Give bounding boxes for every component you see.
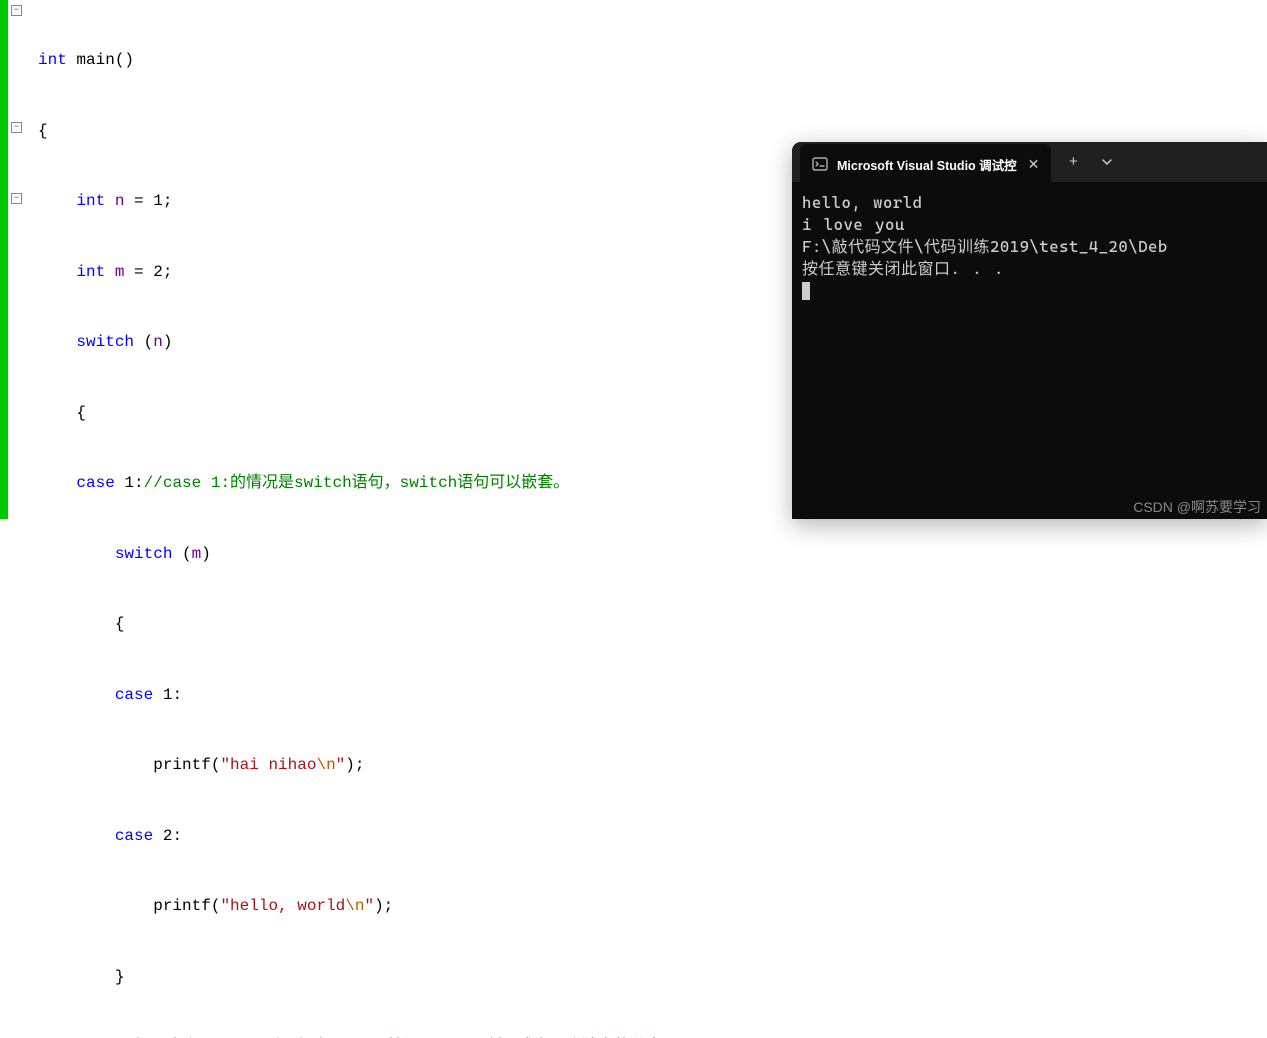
titlebar-actions: + (1057, 148, 1123, 176)
text: ; (163, 192, 173, 210)
fold-toggle[interactable] (11, 193, 22, 204)
terminal-tab[interactable]: Microsoft Visual Studio 调试控 ✕ (800, 144, 1051, 184)
text: : (134, 474, 144, 492)
code-area[interactable]: int main() { int n = 1; int m = 2; switc… (30, 0, 780, 519)
string: " (220, 897, 230, 915)
fold-gutter (8, 0, 30, 519)
string: " (220, 756, 230, 774)
tab-title: Microsoft Visual Studio 调试控 (837, 155, 1017, 174)
string: " (336, 756, 346, 774)
text: : (172, 827, 182, 845)
terminal-icon (812, 156, 828, 172)
text: ( (182, 545, 192, 563)
new-tab-button[interactable]: + (1057, 148, 1089, 176)
string: hai nihao (230, 756, 316, 774)
number: 1 (153, 192, 163, 210)
code-editor[interactable]: int main() { int n = 1; int m = 2; switc… (0, 0, 780, 519)
keyword: switch (115, 545, 173, 563)
escape: \n (345, 897, 364, 915)
terminal-output[interactable]: hello, world i love you F:\敲代码文件\代码训练201… (792, 182, 1267, 312)
keyword: int (76, 263, 105, 281)
identifier: n (115, 192, 125, 210)
terminal-window: Microsoft Visual Studio 调试控 ✕ + hello, w… (792, 142, 1267, 519)
dropdown-button[interactable] (1091, 148, 1123, 176)
text: ( (211, 756, 221, 774)
identifier: main (76, 51, 114, 69)
text: ; (163, 263, 173, 281)
brace: { (38, 122, 48, 140)
identifier: printf (153, 756, 211, 774)
string: hello, world (230, 897, 345, 915)
text: ( (144, 333, 154, 351)
text: ); (345, 756, 364, 774)
text: () (115, 51, 134, 69)
identifier: printf (153, 897, 211, 915)
output-line: i love you (802, 214, 1265, 236)
comment: //case 1:的情况是switch语句，switch语句可以嵌套。 (144, 474, 570, 492)
keyword: case (115, 827, 153, 845)
terminal-cursor (802, 282, 810, 300)
brace: } (115, 968, 125, 986)
keyword: case (115, 686, 153, 704)
watermark: CSDN @啊苏要学习 (1133, 497, 1261, 517)
change-marker (0, 0, 8, 519)
output-line: F:\敲代码文件\代码训练2019\test_4_20\Deb (802, 236, 1265, 258)
output-line: 按任意键关闭此窗口. . . (802, 258, 1265, 280)
number: 2 (153, 263, 163, 281)
output-line: hello, world (802, 192, 1265, 214)
escape: \n (316, 756, 335, 774)
text: : (172, 686, 182, 704)
brace: { (76, 404, 86, 422)
terminal-titlebar[interactable]: Microsoft Visual Studio 调试控 ✕ + (792, 142, 1267, 182)
keyword: int (76, 192, 105, 210)
keyword: int (38, 51, 67, 69)
identifier: n (153, 333, 163, 351)
number: 2 (163, 827, 173, 845)
identifier: m (192, 545, 202, 563)
text: ( (211, 897, 221, 915)
keyword: switch (76, 333, 134, 351)
text: = (134, 263, 153, 281)
fold-toggle[interactable] (11, 5, 22, 16)
close-icon[interactable]: ✕ (1026, 156, 1042, 173)
string: " (364, 897, 374, 915)
fold-toggle[interactable] (11, 122, 22, 133)
cursor-line (802, 280, 1265, 302)
number: 1 (124, 474, 134, 492)
identifier: m (115, 263, 125, 281)
text: ); (374, 897, 393, 915)
keyword: case (76, 474, 114, 492)
brace: { (115, 615, 125, 633)
number: 1 (163, 686, 173, 704)
text: = (134, 192, 153, 210)
